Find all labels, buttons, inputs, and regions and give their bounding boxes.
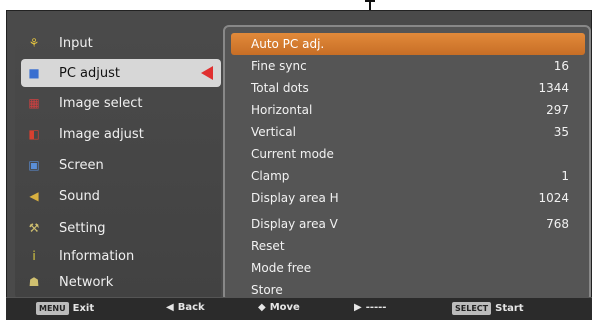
menu-item-label: Sound bbox=[59, 188, 100, 204]
menu-item-image-select[interactable]: ▦ Image select bbox=[21, 89, 221, 117]
hint-start-label: Start bbox=[495, 303, 524, 314]
submenu-item-reset[interactable]: Reset bbox=[231, 235, 585, 257]
submenu-item-value: 1 bbox=[561, 169, 569, 183]
menu-item-label: Information bbox=[59, 248, 135, 264]
submenu-item-label: Current mode bbox=[251, 147, 334, 161]
image-adjust-icon: ◧ bbox=[28, 127, 40, 141]
menu-item-label: Image select bbox=[59, 95, 143, 111]
submenu-item-value: 297 bbox=[546, 103, 569, 117]
submenu-item-current-mode[interactable]: Current mode bbox=[231, 143, 585, 165]
next-arrow-icon: ▶ bbox=[354, 302, 362, 313]
select-key-icon: SELECT bbox=[452, 302, 492, 315]
submenu-item-value: 35 bbox=[553, 125, 569, 139]
submenu-item-label: Mode free bbox=[251, 261, 312, 275]
hint-exit-label: Exit bbox=[72, 303, 95, 314]
menu-item-label: Screen bbox=[59, 157, 104, 173]
submenu-item-label: Fine sync bbox=[251, 59, 307, 73]
hint-next-label: ----- bbox=[365, 302, 387, 313]
submenu-item-fine-sync[interactable]: Fine sync 16 bbox=[231, 55, 585, 77]
submenu-item-horizontal[interactable]: Horizontal 297 bbox=[231, 99, 585, 121]
submenu-item-label: Vertical bbox=[251, 125, 296, 139]
screen-icon: ▣ bbox=[28, 158, 40, 172]
hint-exit: MENU Exit bbox=[36, 302, 94, 315]
menu-item-label: Input bbox=[59, 35, 93, 51]
menu-item-pc-adjust[interactable]: ■ PC adjust bbox=[21, 59, 221, 87]
submenu-item-value: 768 bbox=[546, 217, 569, 231]
image-select-icon: ▦ bbox=[28, 96, 40, 110]
callout-line-cap bbox=[365, 0, 375, 2]
submenu-item-label: Store bbox=[251, 283, 283, 297]
pc-adjust-submenu-panel: Auto PC adj. Fine sync 16 Total dots 134… bbox=[223, 25, 591, 302]
move-arrows-icon: ◆ bbox=[258, 302, 266, 313]
hint-next: ▶ ----- bbox=[354, 302, 386, 313]
submenu-item-value: 1024 bbox=[538, 191, 569, 205]
submenu-item-total-dots[interactable]: Total dots 1344 bbox=[231, 77, 585, 99]
hint-move: ◆ Move bbox=[258, 302, 300, 313]
projector-osd-menu: ⚘ Input ■ PC adjust ▦ Image select ◧ Ima… bbox=[6, 10, 592, 320]
menu-item-sound[interactable]: ◀ Sound bbox=[21, 182, 221, 210]
hint-back-label: Back bbox=[177, 302, 205, 313]
setting-icon: ⚒ bbox=[28, 221, 40, 235]
network-icon: ☗ bbox=[28, 275, 40, 289]
submenu-item-mode-free[interactable]: Mode free bbox=[231, 257, 585, 279]
submenu-item-label: Horizontal bbox=[251, 103, 313, 117]
menu-key-icon: MENU bbox=[36, 302, 69, 315]
input-icon: ⚘ bbox=[28, 36, 40, 50]
submenu-item-label: Total dots bbox=[251, 81, 309, 95]
back-arrow-icon: ◀ bbox=[166, 302, 174, 313]
menu-item-input[interactable]: ⚘ Input bbox=[21, 29, 221, 57]
submenu-item-display-area-v[interactable]: Display area V 768 bbox=[231, 213, 585, 235]
submenu-item-label: Display area V bbox=[251, 217, 338, 231]
menu-item-setting[interactable]: ⚒ Setting bbox=[21, 214, 221, 242]
information-icon: i bbox=[32, 249, 36, 263]
submenu-item-label: Display area H bbox=[251, 191, 339, 205]
menu-item-network[interactable]: ☗ Network bbox=[21, 268, 221, 296]
submenu-item-label: Reset bbox=[251, 239, 285, 253]
submenu-item-value: 16 bbox=[553, 59, 569, 73]
menu-item-label: PC adjust bbox=[59, 65, 120, 81]
selection-arrow-icon bbox=[201, 66, 213, 80]
menu-item-label: Network bbox=[59, 274, 114, 290]
submenu-item-vertical[interactable]: Vertical 35 bbox=[231, 121, 585, 143]
control-hint-bar: MENU Exit ◀ Back ◆ Move ▶ ----- SELECT S… bbox=[6, 297, 592, 320]
hint-back: ◀ Back bbox=[166, 302, 205, 313]
menu-item-information[interactable]: i Information bbox=[21, 242, 221, 270]
hint-start: SELECT Start bbox=[452, 302, 524, 315]
menu-item-label: Setting bbox=[59, 220, 106, 236]
submenu-item-clamp[interactable]: Clamp 1 bbox=[231, 165, 585, 187]
submenu-item-label: Auto PC adj. bbox=[251, 37, 325, 51]
sound-icon: ◀ bbox=[29, 189, 39, 203]
menu-item-screen[interactable]: ▣ Screen bbox=[21, 151, 221, 179]
hint-move-label: Move bbox=[269, 302, 300, 313]
menu-item-label: Image adjust bbox=[59, 126, 144, 142]
menu-item-image-adjust[interactable]: ◧ Image adjust bbox=[21, 120, 221, 148]
main-menu-panel: ⚘ Input ■ PC adjust ▦ Image select ◧ Ima… bbox=[15, 25, 221, 302]
pc-adjust-icon: ■ bbox=[28, 66, 40, 80]
submenu-item-label: Clamp bbox=[251, 169, 290, 183]
submenu-item-auto-pc-adj[interactable]: Auto PC adj. bbox=[231, 33, 585, 55]
submenu-item-display-area-h[interactable]: Display area H 1024 bbox=[231, 187, 585, 209]
submenu-item-value: 1344 bbox=[538, 81, 569, 95]
